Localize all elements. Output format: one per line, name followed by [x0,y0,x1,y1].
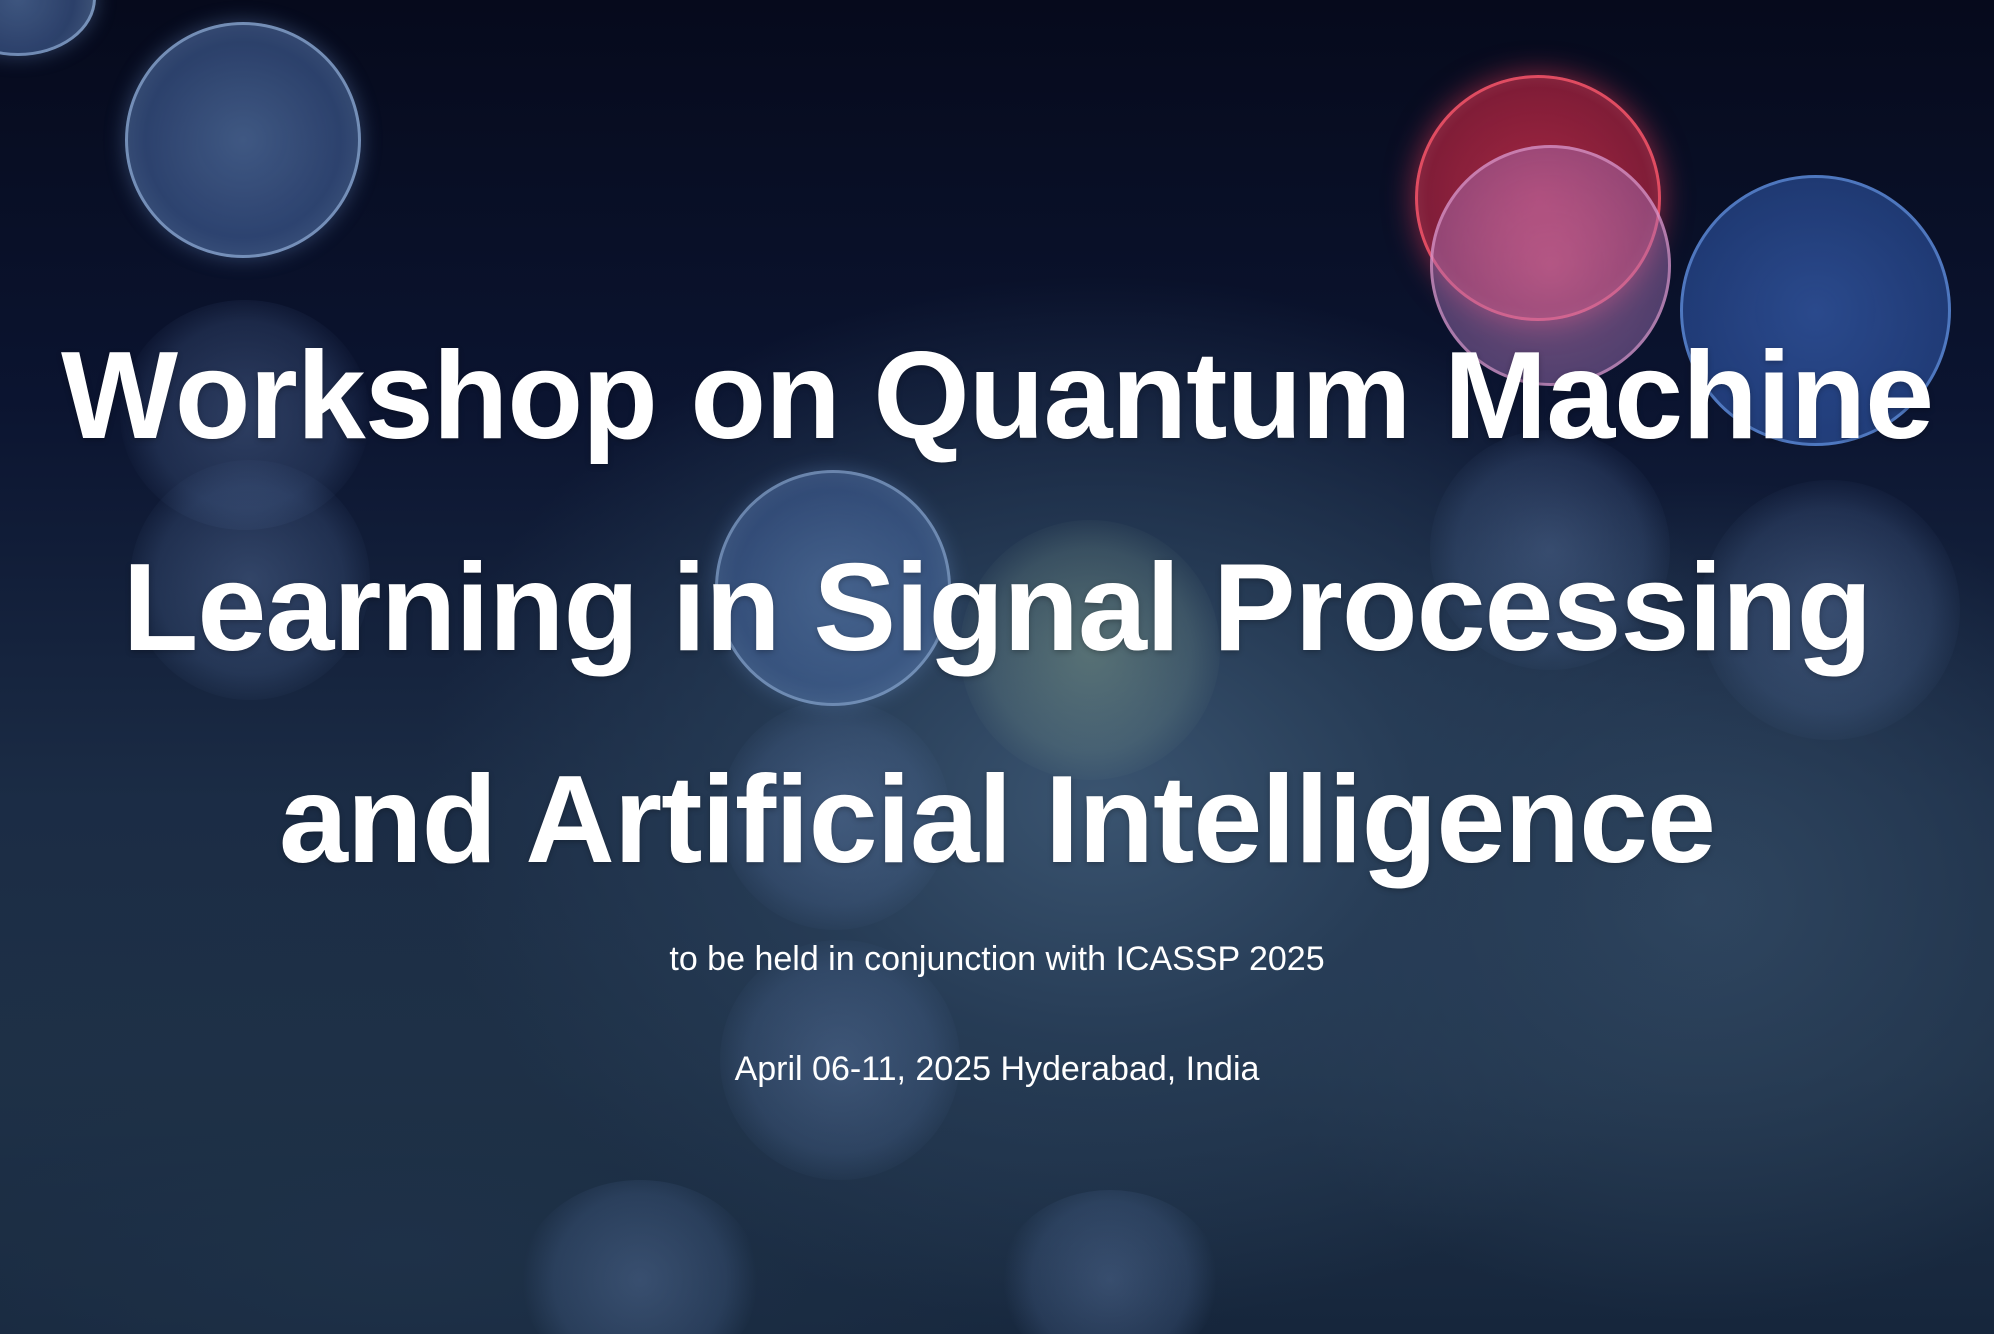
date-location: April 06-11, 2025 Hyderabad, India [734,1050,1260,1088]
hero-banner: Workshop on Quantum Machine Learning in … [0,0,1994,1334]
hero-content: Workshop on Quantum Machine Learning in … [0,0,1994,1334]
workshop-title: Workshop on Quantum Machine Learning in … [60,327,1934,889]
conference-subtitle: to be held in conjunction with ICASSP 20… [669,940,1325,978]
